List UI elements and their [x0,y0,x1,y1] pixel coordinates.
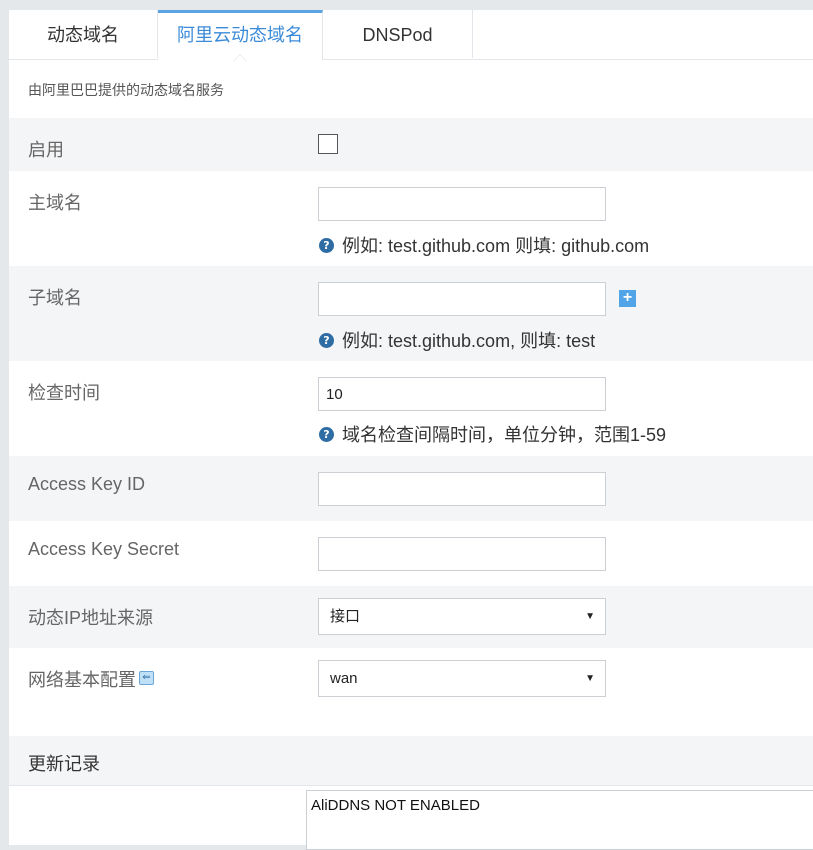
network-label: 网络基本配置 ⇐ [28,666,154,692]
row-check-time: 检查时间 ? 域名检查间隔时间，单位分钟，范围1-59 [9,361,813,456]
access-key-id-label: Access Key ID [28,474,146,494]
tab-aliyun-ddns[interactable]: 阿里云动态域名 [158,10,323,61]
service-description: 由阿里巴巴提供的动态域名服务 [28,82,224,98]
sub-domain-label: 子域名 [28,288,82,308]
main-domain-label: 主域名 [28,193,82,213]
update-log-textarea[interactable]: AliDDNS NOT ENABLED [306,790,813,850]
main-domain-hint-text: 例如: test.github.com 则填: github.com [342,236,650,256]
network-selected: wan [330,670,358,687]
active-tab-caret [233,54,247,61]
update-log-header: 更新记录 [9,736,813,786]
check-time-input[interactable] [318,377,606,411]
help-icon: ? [319,426,334,442]
help-icon: ? [319,237,334,253]
access-key-id-input[interactable] [318,472,606,506]
row-main-domain: 主域名 ? 例如: test.github.com 则填: github.com [9,171,813,266]
access-key-secret-label: Access Key Secret [28,539,180,559]
row-access-key-id: Access Key ID [9,456,813,521]
access-key-secret-input[interactable] [318,537,606,571]
sub-domain-hint: ? 例如: test.github.com, 则填: test [319,327,595,353]
sub-domain-input[interactable] [318,282,606,316]
help-icon: ? [319,332,334,348]
tab-aliyun-ddns-label: 阿里云动态域名 [177,25,303,45]
check-time-hint: ? 域名检查间隔时间，单位分钟，范围1-59 [319,421,666,447]
row-ip-source: 动态IP地址来源 接口 ▼ [9,586,813,648]
tab-dnspod[interactable]: DNSPod [323,10,473,58]
row-enable: 启用 [9,118,813,171]
ip-source-select[interactable]: 接口 ▼ [318,598,606,635]
sub-domain-hint-text: 例如: test.github.com, 则填: test [342,331,596,351]
network-select[interactable]: wan ▼ [318,660,606,697]
dropdown-arrow-icon: ▼ [585,673,595,684]
ip-source-selected: 接口 [330,608,361,625]
tab-bar: 动态域名 阿里云动态域名 DNSPod [9,10,813,61]
check-time-label: 检查时间 [28,383,100,403]
tab-dynamic-domain[interactable]: 动态域名 [9,10,158,58]
ddns-panel: 动态域名 阿里云动态域名 DNSPod 由阿里巴巴提供的动态域名服务 启用 主域… [9,10,813,850]
add-plus-icon[interactable]: + [619,290,636,307]
row-network: 网络基本配置 ⇐ wan ▼ [9,648,813,736]
main-domain-hint: ? 例如: test.github.com 则填: github.com [319,232,649,258]
update-log-title: 更新记录 [28,754,100,774]
enable-label: 启用 [28,140,64,160]
ip-source-label: 动态IP地址来源 [28,608,154,628]
enable-checkbox[interactable] [318,134,338,154]
main-domain-input[interactable] [318,187,606,221]
check-time-hint-text: 域名检查间隔时间，单位分钟，范围1-59 [342,425,667,445]
row-sub-domain: 子域名 + ? 例如: test.github.com, 则填: test [9,266,813,361]
row-access-key-secret: Access Key Secret [9,521,813,586]
dropdown-arrow-icon: ▼ [585,611,595,622]
network-config-link-icon[interactable]: ⇐ [139,671,154,686]
network-label-text: 网络基本配置 [28,670,136,690]
